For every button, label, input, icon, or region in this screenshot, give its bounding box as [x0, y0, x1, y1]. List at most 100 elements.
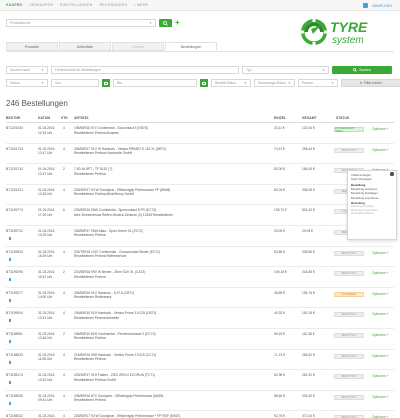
- order-time: 12:47 Uhr: [38, 151, 53, 156]
- unit-price: 83,04 €: [274, 187, 285, 192]
- table-row[interactable]: BT1201742 01.04.2016 12:47 Uhr 2 7.50-16 8PT…: [6, 164, 394, 185]
- unit-price: 58,60 €: [274, 393, 285, 398]
- search-button[interactable]: [159, 19, 172, 27]
- article-seller: Reseiteilenen Perbna Autoteile: [74, 315, 120, 320]
- dropdown-item[interactable]: Notiz hinzufügen: [351, 177, 393, 181]
- column-header: BESTNR: [6, 116, 21, 120]
- topnav-item[interactable]: KAUFEN: [6, 3, 22, 7]
- options-button[interactable]: Optionen +: [372, 127, 389, 131]
- table-row[interactable]: BT1199774 01.04.2016 17:20 Uhr 6 225/55R16 9…: [6, 205, 394, 226]
- table-row[interactable]: BT1198055 31.03.2016 09:41 Uhr 4 195/55R16 8…: [6, 391, 394, 412]
- order-time: 10:10 Uhr: [38, 377, 53, 382]
- options-button[interactable]: Optionen +: [372, 271, 389, 275]
- article-seller: Reseiteilenen Perbna: [74, 233, 106, 238]
- table-row[interactable]: BT1199295 31.03.2016 15:12 Uhr 2 215/55R18 9…: [6, 267, 394, 288]
- chevron-down-icon: ▼: [149, 21, 152, 25]
- order-quantity: 4: [63, 352, 65, 357]
- unit-price: 40,32 €: [274, 311, 285, 316]
- filter-search-button[interactable]: Suchen: [332, 66, 392, 74]
- unit-price: 62,98 €: [274, 373, 285, 378]
- article-name: 185/55R15 82H Continental - Premiumconta…: [74, 331, 156, 336]
- chevron-down-icon: ▼: [322, 68, 325, 72]
- dropdown-item[interactable]: Als bezahlt markieren: [351, 212, 393, 215]
- status-badge: AUSGELIEFERT (NEW): [334, 127, 364, 133]
- main-menu: KAUFEN VERKAUFEN EINSTELLUNGEN RECHNUNGEN • …: [6, 3, 148, 7]
- reset-filter-label: Filter leeren: [363, 81, 382, 85]
- order-number: BT1201920: [6, 126, 24, 130]
- close-icon[interactable]: ×: [390, 172, 394, 176]
- reset-filter-button[interactable]: ▾ Filter leeren: [341, 79, 400, 87]
- note-icon: [9, 257, 11, 261]
- tyre-system-logo: TYRE system: [300, 16, 395, 49]
- filter-row-1: Suchen nach ▼ Freitextsuche für Bestellu…: [6, 66, 392, 74]
- from-date-label: Von: [55, 81, 61, 85]
- partner-select[interactable]: Partner ▼: [298, 79, 338, 87]
- column-header: ARTIKEL: [74, 116, 89, 120]
- total-price: 29,03 €: [302, 228, 313, 233]
- free-text-search-input[interactable]: Freitextsuche für Bestellungen: [51, 66, 239, 74]
- to-date-input[interactable]: Bis: [113, 79, 197, 87]
- article-seller: Reseiteilenen Perbna: [74, 171, 106, 176]
- total-price: 161,28 €: [302, 311, 315, 316]
- tab-item[interactable]: Artikelliste: [59, 42, 111, 51]
- order-date: 31.03.2016: [38, 352, 55, 357]
- svg-text:system: system: [332, 35, 364, 46]
- topnav-item[interactable]: • MEHR: [134, 3, 148, 7]
- topnav-item[interactable]: VERKAUFEN: [29, 3, 53, 7]
- order-status-select[interactable]: Bestell-Status ▼: [211, 79, 251, 87]
- table-row[interactable]: BT1199712 01.04.2016 10:29 Uhr 205/55R17 99…: [6, 226, 394, 247]
- table-row[interactable]: BT119803231.03.201609:20 Uhr4225/50R17 9…: [6, 411, 394, 418]
- from-date-input[interactable]: Von: [51, 79, 99, 87]
- tab-divider: [6, 51, 394, 52]
- options-button[interactable]: Optionen +: [372, 251, 389, 255]
- status-badge: BESTÄTIGT: [334, 312, 364, 318]
- order-number: BT1199712: [6, 228, 23, 233]
- table-row[interactable]: BT1199277 31.03.2016 14:00 Uhr 4 205/55R16 9…: [6, 288, 394, 309]
- column-header: STATUS: [336, 116, 350, 120]
- tab-item[interactable]: Bestellungen: [165, 42, 217, 51]
- status-badge: STORNIERT: [334, 291, 364, 297]
- order-time: 14:00 Uhr: [38, 295, 53, 300]
- tab-item[interactable]: Produkte: [6, 42, 58, 51]
- order-number: BT1199277: [6, 290, 23, 295]
- product-search-input[interactable]: Produktsuche ▼: [6, 19, 156, 27]
- chevron-down-icon: ▼: [41, 68, 44, 72]
- options-button[interactable]: Optionen +: [372, 354, 389, 358]
- options-button[interactable]: Optionen +: [372, 395, 389, 399]
- table-row[interactable]: BT1199004 31.03.2016 13:41 Uhr 4 195/65R15 9…: [6, 308, 394, 329]
- order-time: 15:12 Uhr: [38, 274, 53, 279]
- date-select[interactable]: Datum ▼: [6, 79, 48, 87]
- tab-item[interactable]: Gebote: [112, 42, 164, 51]
- table-row[interactable]: BT1199533 31.03.2016 16:29 Uhr 4 225/75R16 1…: [6, 247, 394, 268]
- article-seller: Reseiteilenen Perbna Alfrat/Henry GmbH: [74, 192, 135, 197]
- table-row[interactable]: BT1201743 01.04.2016 12:47 Uhr 4 205/55R17 9…: [6, 144, 394, 165]
- table-row[interactable]: BT1198981 31.03.2016 12:46 Uhr 2 185/55R15 8…: [6, 329, 394, 350]
- order-date: 31.03.2016: [38, 290, 55, 295]
- calendar-icon[interactable]: [200, 79, 208, 87]
- options-button[interactable]: Optionen +: [372, 333, 389, 337]
- add-icon[interactable]: +: [175, 19, 180, 27]
- main-tabs: Produkte Artikelliste Gebote Bestellungen: [6, 42, 217, 51]
- user-icon[interactable]: [363, 3, 369, 8]
- search-by-select[interactable]: Suchen nach ▼: [6, 66, 48, 74]
- invoice-status-select[interactable]: Rechnungs-Status ▼: [254, 79, 295, 87]
- table-row[interactable]: BT1201221 01.04.2016 12:45 Uhr 4 225/45R17 9…: [6, 185, 394, 206]
- order-time: 09:41 Uhr: [38, 398, 53, 403]
- table-row[interactable]: BT1198633 31.03.2016 11:08 Uhr 4 215/60R16 9…: [6, 350, 394, 371]
- options-button[interactable]: Optionen +: [372, 312, 389, 316]
- order-quantity: 4: [63, 290, 65, 295]
- logout-link[interactable]: ABMELDEN: [372, 4, 392, 8]
- order-date: 01.04.2016: [38, 167, 55, 172]
- options-button[interactable]: Optionen +: [372, 374, 389, 378]
- topnav-item[interactable]: EINSTELLUNGEN: [60, 3, 93, 7]
- dropdown-item[interactable]: Bestellung exportieren: [351, 196, 393, 200]
- table-row[interactable]: BT1198174 31.03.2016 10:10 Uhr 4 225/45R17 9…: [6, 370, 394, 391]
- article-name: 225/45R17 91H Falken - ZIEX ZE914 ECORUN…: [74, 373, 156, 378]
- options-button[interactable]: Optionen +: [372, 292, 389, 296]
- total-price: 194,76 €: [302, 290, 315, 295]
- options-button[interactable]: Optionen +: [372, 148, 389, 152]
- type-select[interactable]: Typ ▼: [242, 66, 329, 74]
- table-row[interactable]: BT1201920 01.04.2016 12:15 Uhr 4 195/65R16 9…: [6, 123, 394, 144]
- calendar-icon[interactable]: [102, 79, 110, 87]
- topnav-item[interactable]: RECHNUNGEN: [100, 3, 128, 7]
